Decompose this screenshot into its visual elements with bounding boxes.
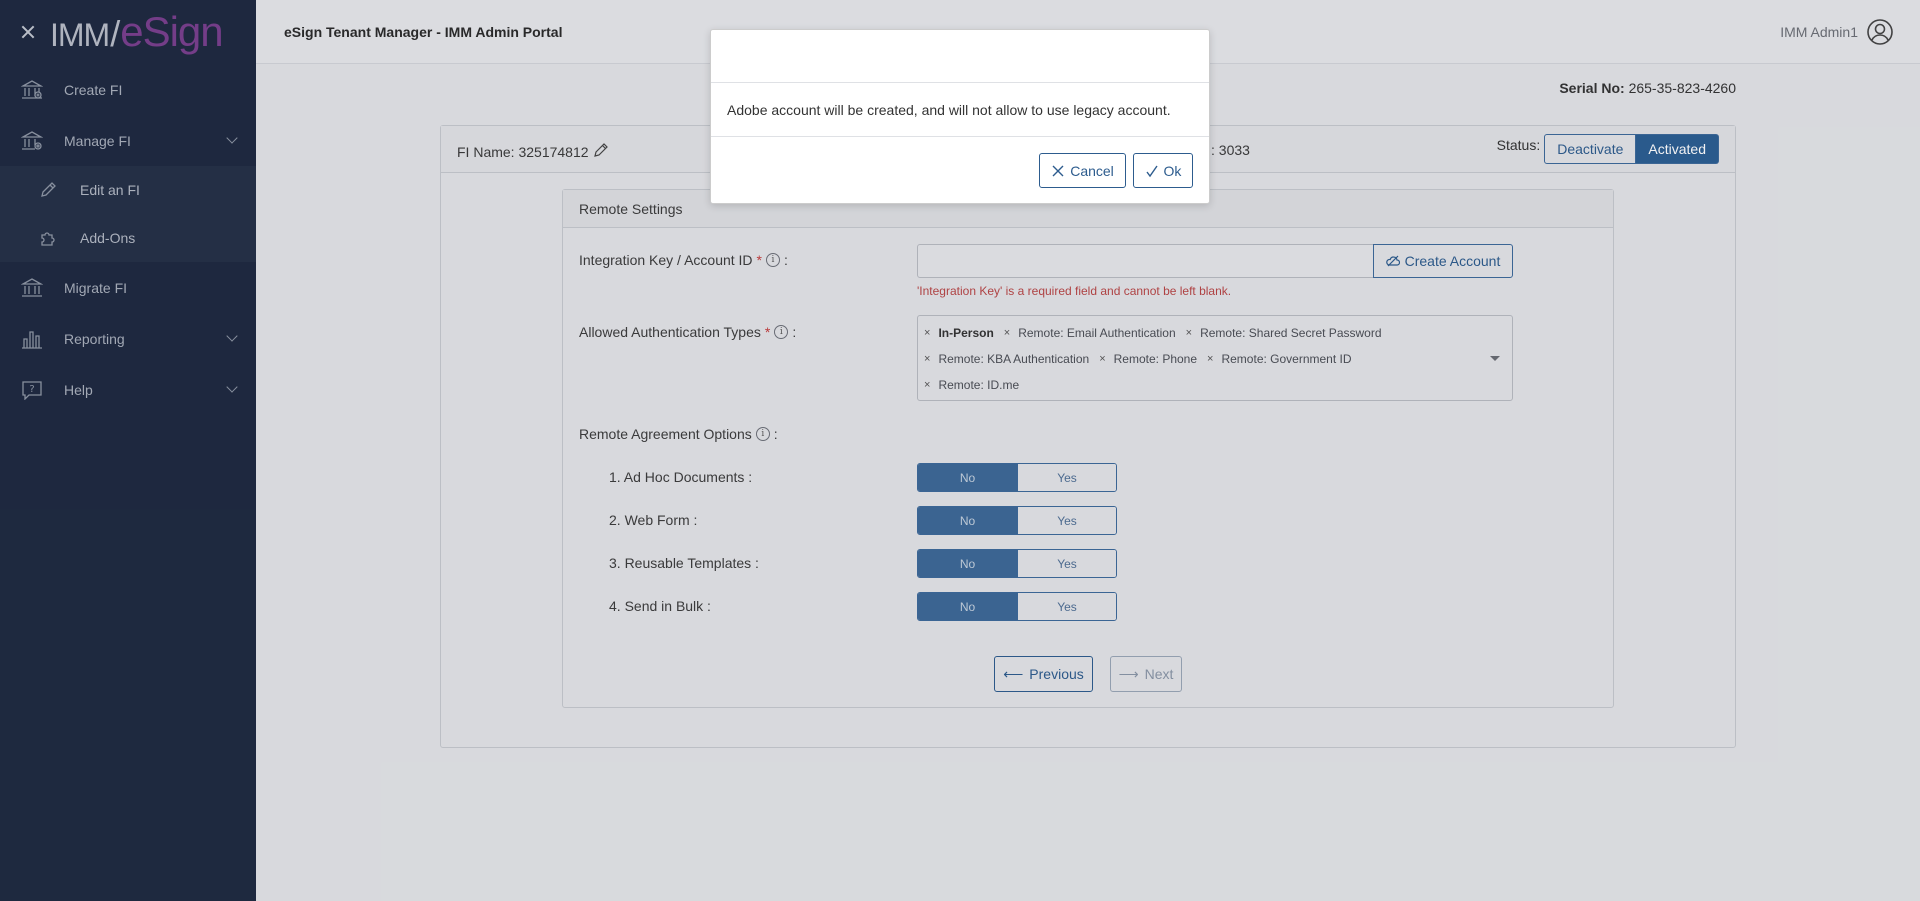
- cancel-label: Cancel: [1070, 162, 1114, 179]
- confirm-dialog: Adobe account will be created, and will …: [710, 29, 1210, 204]
- dialog-footer: Cancel Ok: [711, 137, 1209, 203]
- dialog-header: [711, 30, 1209, 83]
- ok-label: Ok: [1163, 162, 1182, 179]
- ok-button[interactable]: Ok: [1133, 153, 1193, 188]
- close-icon: [1052, 165, 1064, 176]
- cancel-button[interactable]: Cancel: [1039, 153, 1126, 188]
- dialog-message: Adobe account will be created, and will …: [711, 83, 1209, 137]
- check-icon: [1145, 165, 1158, 177]
